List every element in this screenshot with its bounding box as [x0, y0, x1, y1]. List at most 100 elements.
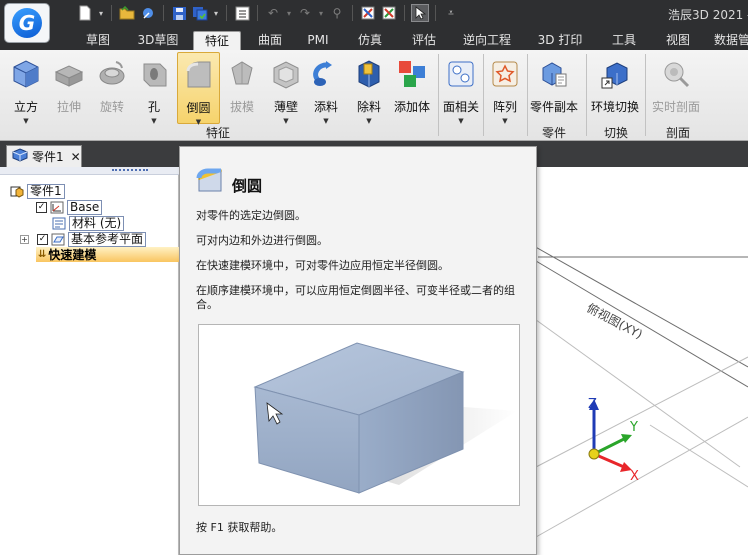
chevron-down-icon: ▼ — [458, 117, 464, 125]
separator — [435, 5, 436, 21]
chevron-down-icon: ▼ — [366, 117, 372, 125]
tree-item-label: 材料 (无) — [69, 216, 125, 231]
ribbon-tab-bar: 草图 3D草图 特征 曲面 PMI 仿真 评估 逆向工程 3D 打印 工具 视图… — [0, 28, 748, 50]
chevron-down-icon: ▼ — [151, 117, 157, 125]
group-separator — [645, 54, 646, 136]
new-file-icon[interactable] — [76, 4, 94, 22]
extrude-icon — [53, 58, 85, 90]
open-folder-icon[interactable] — [118, 4, 136, 22]
tree-item-label: Base — [67, 200, 103, 215]
tab-features[interactable]: 特征 — [193, 31, 241, 50]
customize-dropdown-icon[interactable]: ▾ — [285, 4, 293, 22]
pathfinder-grip[interactable] — [0, 167, 179, 175]
part-icon — [11, 148, 29, 165]
thin-wall-button[interactable]: 薄壁 ▼ — [266, 52, 306, 125]
tree-item-part[interactable]: 零件1 — [10, 184, 65, 199]
wand-icon[interactable]: ⚲ — [328, 4, 346, 22]
tooltip-line: 在快速建模环境中，可对零件边应用恒定半径倒圆。 — [196, 259, 449, 272]
separator — [163, 5, 164, 21]
round-button[interactable]: 倒圆 ▼ — [177, 52, 220, 126]
rounded-block-preview-image — [198, 324, 520, 506]
separator — [226, 5, 227, 21]
list-icon[interactable] — [233, 4, 251, 22]
hole-button[interactable]: 孔 ▼ — [134, 52, 174, 125]
tab-pmi[interactable]: PMI — [300, 31, 336, 50]
remove-material-button[interactable]: 除料 ▼ — [349, 52, 389, 125]
part-copy-icon — [538, 58, 570, 90]
customize-dropdown-icon[interactable]: ▾ — [97, 4, 105, 22]
customize-dropdown-icon[interactable]: ⩡ — [442, 4, 460, 22]
tab-evaluate[interactable]: 评估 — [404, 31, 444, 50]
pathfinder-panel: 零件1 ✓ Base 材料 (无) + ✓ 基本参考平面 ⇊ 快速建模 — [0, 167, 179, 555]
magic-icon[interactable] — [139, 4, 157, 22]
tab-3d-sketch[interactable]: 3D草图 — [132, 31, 184, 50]
part-copy-button[interactable]: 零件副本 — [530, 52, 578, 124]
group-separator — [527, 54, 528, 136]
visibility-checkbox[interactable]: ✓ — [36, 202, 47, 213]
cube-button[interactable]: 立方 ▼ — [6, 52, 46, 125]
group-separator — [438, 54, 439, 136]
cube-icon — [10, 58, 42, 90]
title-bar: ▾ ▾ ↶ ▾ ↷ ▾ ⚲ ⩡ 浩辰3D 2021 - — [0, 0, 748, 28]
customize-dropdown-icon[interactable]: ▾ — [212, 4, 220, 22]
chevron-down-icon: ▼ — [502, 117, 508, 125]
customize-dropdown-icon[interactable]: ▾ — [317, 4, 325, 22]
gstarcad-3d-logo-icon[interactable]: G — [4, 3, 50, 43]
tab-sketch[interactable]: 草图 — [78, 31, 118, 50]
expand-icon[interactable]: + — [20, 235, 29, 244]
tab-3d-print[interactable]: 3D 打印 — [534, 31, 586, 50]
part-icon — [10, 185, 24, 198]
tools-alt-icon[interactable] — [380, 4, 398, 22]
save-all-icon[interactable] — [191, 4, 209, 22]
tree-item-material[interactable]: 材料 (无) — [52, 216, 125, 231]
add-material-button[interactable]: 添料 ▼ — [306, 52, 346, 125]
document-tab[interactable]: 零件1 ✕ — [6, 145, 82, 167]
add-body-button[interactable]: 添加体 — [392, 52, 432, 124]
tab-simulation[interactable]: 仿真 — [350, 31, 390, 50]
draft-label: 拔模 — [229, 100, 254, 114]
tree-item-reference-planes[interactable]: + ✓ 基本参考平面 — [20, 232, 147, 247]
cursor-select-icon[interactable] — [411, 4, 429, 22]
tab-view[interactable]: 视图 — [658, 31, 698, 50]
save-icon[interactable] — [170, 4, 188, 22]
tooltip-line: 在顺序建模环境中，可以应用恒定倒圆半径、可变半径或二者的组合。 — [196, 284, 515, 311]
tab-reverse-engineering[interactable]: 逆向工程 — [458, 31, 516, 50]
material-icon — [52, 217, 66, 230]
pattern-button[interactable]: 阵列 ▼ — [485, 52, 525, 125]
visibility-checkbox[interactable]: ✓ — [37, 234, 48, 245]
cube-label: 立方 — [13, 100, 38, 114]
x-axis-label: X — [630, 469, 639, 484]
tree-item-label: 基本参考平面 — [68, 232, 147, 247]
draft-button[interactable]: 拔模 — [222, 52, 262, 124]
group-label-part: 零件 — [542, 126, 567, 140]
command-tooltip: 倒圆 对零件的选定边倒圆。 可对内边和外边进行倒圆。 在快速建模环境中，可对零件… — [179, 146, 537, 555]
tools-icon[interactable] — [359, 4, 377, 22]
tooltip-title: 倒圆 — [232, 177, 263, 195]
remove-material-icon — [353, 58, 385, 90]
live-section-button[interactable]: 实时剖面 — [652, 52, 700, 124]
tab-data-management[interactable]: 数据管 — [712, 31, 748, 50]
ribbon-panel: 立方 ▼ 拉伸 旋转 孔 ▼ 倒圆 ▼ 拔模 薄壁 ▼ 添料 ▼ 除料 ▼ 添加… — [0, 50, 748, 141]
extrude-button[interactable]: 拉伸 — [49, 52, 89, 124]
extrude-label: 拉伸 — [56, 100, 81, 114]
undo-icon[interactable]: ↶ — [264, 4, 282, 22]
tree-item-base[interactable]: ✓ Base — [36, 200, 103, 215]
tab-surface[interactable]: 曲面 — [252, 31, 288, 50]
add-body-label: 添加体 — [393, 100, 430, 114]
environment-switch-button[interactable]: 环境切换 — [591, 52, 639, 124]
tooltip-help-text: 按 F1 获取帮助。 — [196, 521, 283, 534]
coordinate-system-icon — [50, 201, 64, 214]
tab-tools[interactable]: 工具 — [604, 31, 644, 50]
redo-icon[interactable]: ↷ — [296, 4, 314, 22]
tree-item-label: 快速建模 — [48, 248, 97, 262]
thin-wall-icon — [270, 58, 302, 90]
chevron-down-icon: ▼ — [323, 117, 329, 125]
close-icon[interactable]: ✕ — [71, 150, 81, 164]
round-icon — [183, 59, 215, 91]
group-label-section: 剖面 — [666, 126, 691, 140]
separator — [111, 5, 112, 21]
tree-item-sync-modeling[interactable]: ⇊ 快速建模 — [36, 247, 179, 262]
face-related-button[interactable]: 面相关 ▼ — [441, 52, 481, 125]
revolve-button[interactable]: 旋转 — [92, 52, 132, 124]
quick-access-toolbar: ▾ ▾ ↶ ▾ ↷ ▾ ⚲ ⩡ — [76, 4, 460, 22]
